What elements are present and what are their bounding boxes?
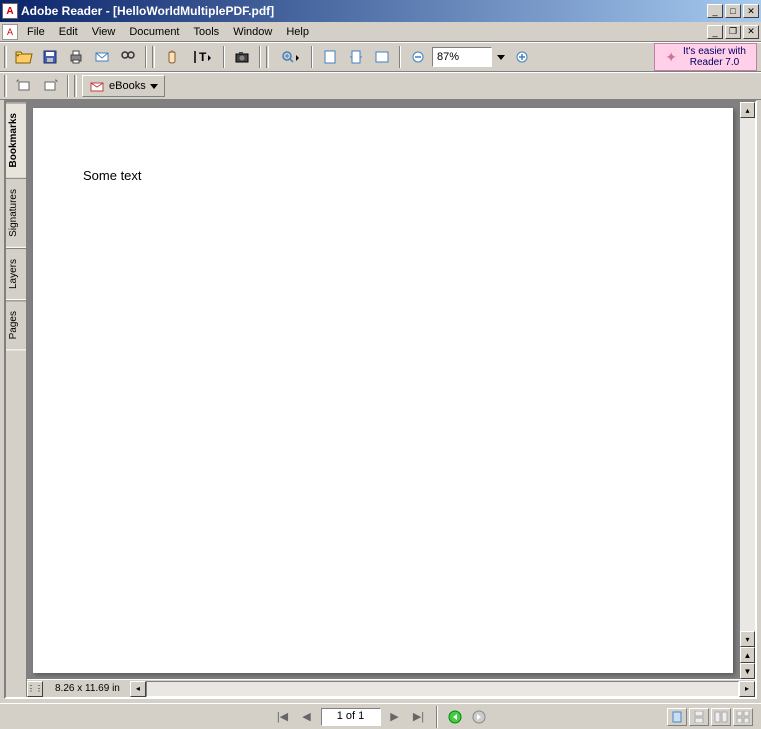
mdi-close-button[interactable]: ✕ [743, 25, 759, 39]
page-down-button[interactable]: ▼ [740, 663, 755, 679]
continuous-view-button[interactable] [689, 708, 709, 726]
promo-banner[interactable]: ✦ It's easier with Reader 7.0 [654, 43, 757, 71]
separator [399, 46, 401, 68]
print-button[interactable] [64, 45, 88, 69]
open-button[interactable] [12, 45, 36, 69]
zoom-in-button[interactable] [274, 45, 306, 69]
toolbar-grip[interactable] [74, 75, 77, 97]
document-text: Some text [83, 168, 142, 183]
document-viewport[interactable]: Some text ▴ ▾ ▲ ▼ [27, 102, 755, 679]
separator [259, 46, 261, 68]
mdi-minimize-button[interactable]: _ [707, 25, 723, 39]
content-area: Bookmarks Signatures Layers Pages Some t… [4, 100, 757, 699]
separator [223, 46, 225, 68]
page-size-label: 8.26 x 11.69 in [45, 683, 130, 694]
separator [145, 46, 147, 68]
maximize-button[interactable]: □ [725, 4, 741, 18]
separator [67, 75, 69, 97]
rotate-cw-button[interactable] [38, 74, 62, 98]
scroll-left-button[interactable]: ◂ [130, 681, 146, 697]
hand-tool-button[interactable] [160, 45, 184, 69]
horizontal-status-bar: ⋮⋮ 8.26 x 11.69 in ◂ ▸ [27, 679, 755, 697]
close-button[interactable]: ✕ [743, 4, 759, 18]
promo-line2: Reader 7.0 [683, 57, 746, 68]
fit-page-button[interactable] [344, 45, 368, 69]
app-icon: A [2, 3, 18, 19]
continuous-facing-view-button[interactable] [733, 708, 753, 726]
scroll-right-button[interactable]: ▸ [739, 681, 755, 697]
app-name: Adobe Reader [21, 4, 102, 18]
rotate-ccw-button[interactable] [12, 74, 36, 98]
main-toolbar: T 87% ✦ It's easier with Reader 7.0 [0, 42, 761, 72]
search-button[interactable] [116, 45, 140, 69]
ebooks-button[interactable]: eBooks [82, 75, 165, 97]
menu-edit[interactable]: Edit [52, 24, 85, 40]
prev-page-button[interactable]: ◀ [297, 707, 317, 727]
ebooks-label: eBooks [109, 80, 146, 92]
toolbar-grip[interactable] [4, 75, 7, 97]
save-button[interactable] [38, 45, 62, 69]
zoom-out-button[interactable] [406, 45, 430, 69]
scroll-up-button[interactable]: ▴ [740, 102, 755, 118]
document-wrapper: Some text ▴ ▾ ▲ ▼ ⋮⋮ 8.26 x 11.69 in ◂ ▸ [27, 102, 755, 697]
mdi-restore-button[interactable]: ❐ [725, 25, 741, 39]
text-select-button[interactable]: T [186, 45, 218, 69]
chevron-down-icon [150, 82, 158, 90]
svg-text:T: T [199, 50, 207, 64]
titlebar-text: Adobe Reader - [HelloWorldMultiplePDF.pd… [21, 4, 707, 18]
menu-help[interactable]: Help [279, 24, 316, 40]
vertical-scrollbar[interactable]: ▴ ▾ ▲ ▼ [739, 102, 755, 679]
last-page-button[interactable]: ▶| [409, 707, 429, 727]
menu-tools[interactable]: Tools [187, 24, 227, 40]
resize-grip[interactable]: ⋮⋮ [27, 681, 43, 697]
back-button[interactable] [445, 707, 465, 727]
menu-window[interactable]: Window [226, 24, 279, 40]
titlebar: A Adobe Reader - [HelloWorldMultiplePDF.… [0, 0, 761, 22]
single-page-view-button[interactable] [667, 708, 687, 726]
navigation-panel: Bookmarks Signatures Layers Pages [6, 102, 27, 697]
zoom-value: 87% [437, 51, 459, 63]
forward-button[interactable] [469, 707, 489, 727]
tab-bookmarks[interactable]: Bookmarks [6, 102, 26, 178]
separator [311, 46, 313, 68]
menu-view[interactable]: View [85, 24, 123, 40]
horizontal-scroll-track[interactable] [146, 681, 739, 697]
promo-icon: ✦ [665, 52, 677, 63]
fit-width-button[interactable] [370, 45, 394, 69]
menu-document[interactable]: Document [122, 24, 186, 40]
toolbar-grip[interactable] [4, 46, 7, 68]
toolbar-grip[interactable] [266, 46, 269, 68]
view-mode-group [667, 708, 753, 726]
toolbar-grip[interactable] [152, 46, 155, 68]
facing-view-button[interactable] [711, 708, 731, 726]
ebooks-icon [89, 79, 105, 93]
zoom-dropdown-button[interactable] [494, 45, 508, 69]
page-number-input[interactable]: 1 of 1 [321, 708, 381, 726]
scroll-track[interactable] [740, 118, 755, 631]
page-nav-group: |◀ ◀ 1 of 1 ▶ ▶| [273, 706, 489, 728]
next-page-button[interactable]: ▶ [385, 707, 405, 727]
document-filename: [HelloWorldMultiplePDF.pdf] [113, 4, 274, 18]
first-page-button[interactable]: |◀ [273, 707, 293, 727]
doc-icon: A [2, 24, 18, 40]
minimize-button[interactable]: _ [707, 4, 723, 18]
menubar: A File Edit View Document Tools Window H… [0, 22, 761, 42]
actual-size-button[interactable] [318, 45, 342, 69]
zoom-input[interactable]: 87% [432, 47, 492, 67]
page-up-button[interactable]: ▲ [740, 647, 755, 663]
email-button[interactable] [90, 45, 114, 69]
zoom-in-plus-button[interactable] [510, 45, 534, 69]
page-of-label: 1 of 1 [337, 710, 365, 722]
snapshot-button[interactable] [230, 45, 254, 69]
bottom-nav-bar: |◀ ◀ 1 of 1 ▶ ▶| [0, 703, 761, 729]
separator [436, 706, 438, 728]
tab-signatures[interactable]: Signatures [6, 178, 26, 248]
document-page: Some text [33, 108, 733, 673]
promo-line1: It's easier with [683, 46, 746, 57]
secondary-toolbar: eBooks [0, 72, 761, 100]
tab-pages[interactable]: Pages [6, 300, 26, 350]
scroll-down-button[interactable]: ▾ [740, 631, 755, 647]
menu-file[interactable]: File [20, 24, 52, 40]
tab-layers[interactable]: Layers [6, 248, 26, 300]
